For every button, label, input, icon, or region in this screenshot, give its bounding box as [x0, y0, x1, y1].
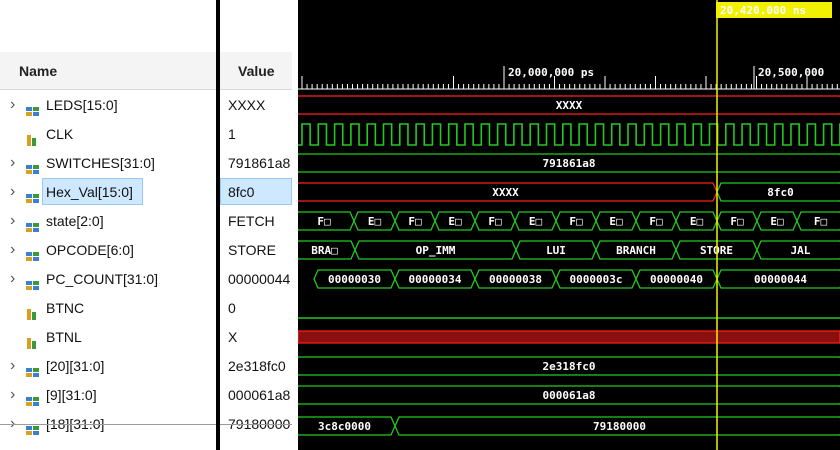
bus-value-label: 8fc0: [767, 186, 794, 199]
signal-row[interactable]: › [20][31:0]: [0, 352, 216, 380]
bus-value-label: F□: [814, 215, 828, 228]
signal-value: 000061a8: [228, 387, 291, 403]
bus-icon: [26, 157, 40, 174]
signal-row[interactable]: › Hex_Val[15:0]: [0, 178, 216, 206]
signal-value: 8fc0: [228, 184, 255, 200]
pane-divider: [0, 424, 216, 425]
bus-value-label: F□: [730, 215, 744, 228]
bus-value-label: 00000044: [754, 273, 807, 286]
expand-chevron-icon[interactable]: ›: [10, 352, 20, 380]
bus-value-label: 000061a8: [543, 389, 596, 402]
btnl-waveform: [298, 330, 840, 344]
expand-chevron-icon[interactable]: ›: [10, 207, 20, 235]
signal-row[interactable]: › PC_COUNT[31:0]: [0, 265, 216, 293]
bus-icon: [26, 273, 40, 290]
signal-value: 0: [228, 300, 236, 316]
signal-name-label: state[2:0]: [46, 213, 104, 229]
signal-row[interactable]: › state[2:0]: [0, 207, 216, 235]
bit-icon: [26, 331, 40, 349]
signal-row[interactable]: › LEDS[15:0]: [0, 91, 216, 119]
signal-value: X: [228, 329, 238, 345]
bus-value-label: BRANCH: [616, 244, 656, 257]
waveform-canvas[interactable]: 20,420.000 ns 20,000,000 ps 20,500,000 XXXX…: [298, 0, 840, 450]
bus-value-label: XXXX: [556, 99, 583, 112]
signal-name-label: SWITCHES[31:0]: [46, 155, 155, 171]
signal-name-pane: Name › LEDS[15:0] CLK › SWITCHES[31:0] › Hex_V…: [0, 0, 216, 450]
name-column-header[interactable]: Name: [0, 52, 216, 90]
value-column-header[interactable]: Value: [220, 52, 292, 90]
bus-icon: [26, 215, 40, 232]
signal-value: STORE: [228, 242, 276, 258]
bus-value-label: 00000030: [328, 273, 381, 286]
bus-value-label: E□: [368, 215, 382, 228]
bus-value-label: 00000038: [489, 273, 542, 286]
bus-value-label: LUI: [546, 244, 566, 257]
signal-name-label: [20][31:0]: [46, 358, 105, 374]
pane-divider: [220, 424, 292, 425]
bus-value-label: F□: [488, 215, 502, 228]
bus-value-label: 791861a8: [543, 157, 596, 170]
bus-value-label: 00000034: [409, 273, 462, 286]
signal-name-label: BTNL: [46, 329, 82, 345]
bus-value-label: F□: [649, 215, 663, 228]
bus-icon: [26, 99, 40, 116]
bus-value-label: E□: [609, 215, 623, 228]
bus-value-label: XXXX: [492, 186, 519, 199]
bus-icon: [26, 186, 40, 203]
signal-row[interactable]: BTNC: [0, 294, 216, 322]
bus-value-label: E□: [529, 215, 543, 228]
bus-value-label: 79180000: [593, 420, 646, 433]
bus-value-label: E□: [770, 215, 784, 228]
signal-value: XXXX: [228, 97, 266, 113]
bus-icon: [26, 360, 40, 377]
bit-icon: [26, 302, 40, 320]
ruler-label: 20,500,000: [758, 66, 824, 79]
signal-value: 2e318fc0: [228, 358, 286, 374]
signal-value: 1: [228, 126, 236, 142]
bus-value-label: 0000003c: [570, 273, 623, 286]
bus-value-label: 00000040: [650, 273, 703, 286]
signal-row[interactable]: BTNL: [0, 323, 216, 351]
bus-value-label: E□: [448, 215, 462, 228]
signal-value: FETCH: [228, 213, 275, 229]
expand-chevron-icon[interactable]: ›: [10, 381, 20, 409]
ruler-label: 20,000,000 ps: [508, 66, 594, 79]
signal-row[interactable]: › OPCODE[6:0]: [0, 236, 216, 264]
expand-chevron-icon[interactable]: ›: [10, 149, 20, 177]
bus-value-label: 3c8c0000: [318, 420, 371, 433]
bus-icon: [26, 389, 40, 406]
bit-icon: [26, 128, 40, 146]
bus-value-label: F□: [569, 215, 583, 228]
expand-chevron-icon[interactable]: ›: [10, 178, 20, 206]
signal-name-label: LEDS[15:0]: [46, 97, 118, 113]
bus-value-label: BRA□: [311, 244, 338, 257]
signal-row[interactable]: › SWITCHES[31:0]: [0, 149, 216, 177]
signal-name-label: BTNC: [46, 300, 85, 316]
signal-value: 791861a8: [228, 155, 291, 171]
signal-row[interactable]: CLK: [0, 120, 216, 148]
expand-chevron-icon[interactable]: ›: [10, 236, 20, 264]
expand-chevron-icon[interactable]: ›: [10, 91, 20, 119]
bus-value-label: OP_IMM: [416, 244, 456, 257]
signal-name-label: [9][31:0]: [46, 387, 97, 403]
bus-icon: [26, 244, 40, 261]
clk-waveform: [298, 123, 840, 146]
signal-name-label: OPCODE[6:0]: [46, 242, 134, 258]
bus-value-label: E□: [690, 215, 704, 228]
signal-value: 00000044: [228, 271, 291, 287]
bus-value-label: F□: [317, 215, 331, 228]
bus-value-label: 2e318fc0: [543, 360, 596, 373]
signal-value-pane: Value XXXX 1 791861a8 8fc0 FETCH STORE 0000004…: [220, 0, 292, 450]
bus-value-label: F□: [408, 215, 422, 228]
signal-row[interactable]: › [9][31:0]: [0, 381, 216, 409]
signal-name-label: PC_COUNT[31:0]: [46, 271, 159, 287]
signal-name-label: Hex_Val[15:0]: [46, 184, 133, 200]
cursor-time-label: 20,420.000 ns: [720, 4, 806, 17]
expand-chevron-icon[interactable]: ›: [10, 265, 20, 293]
signal-name-label: CLK: [46, 126, 74, 142]
bus-value-label: JAL: [791, 244, 811, 257]
